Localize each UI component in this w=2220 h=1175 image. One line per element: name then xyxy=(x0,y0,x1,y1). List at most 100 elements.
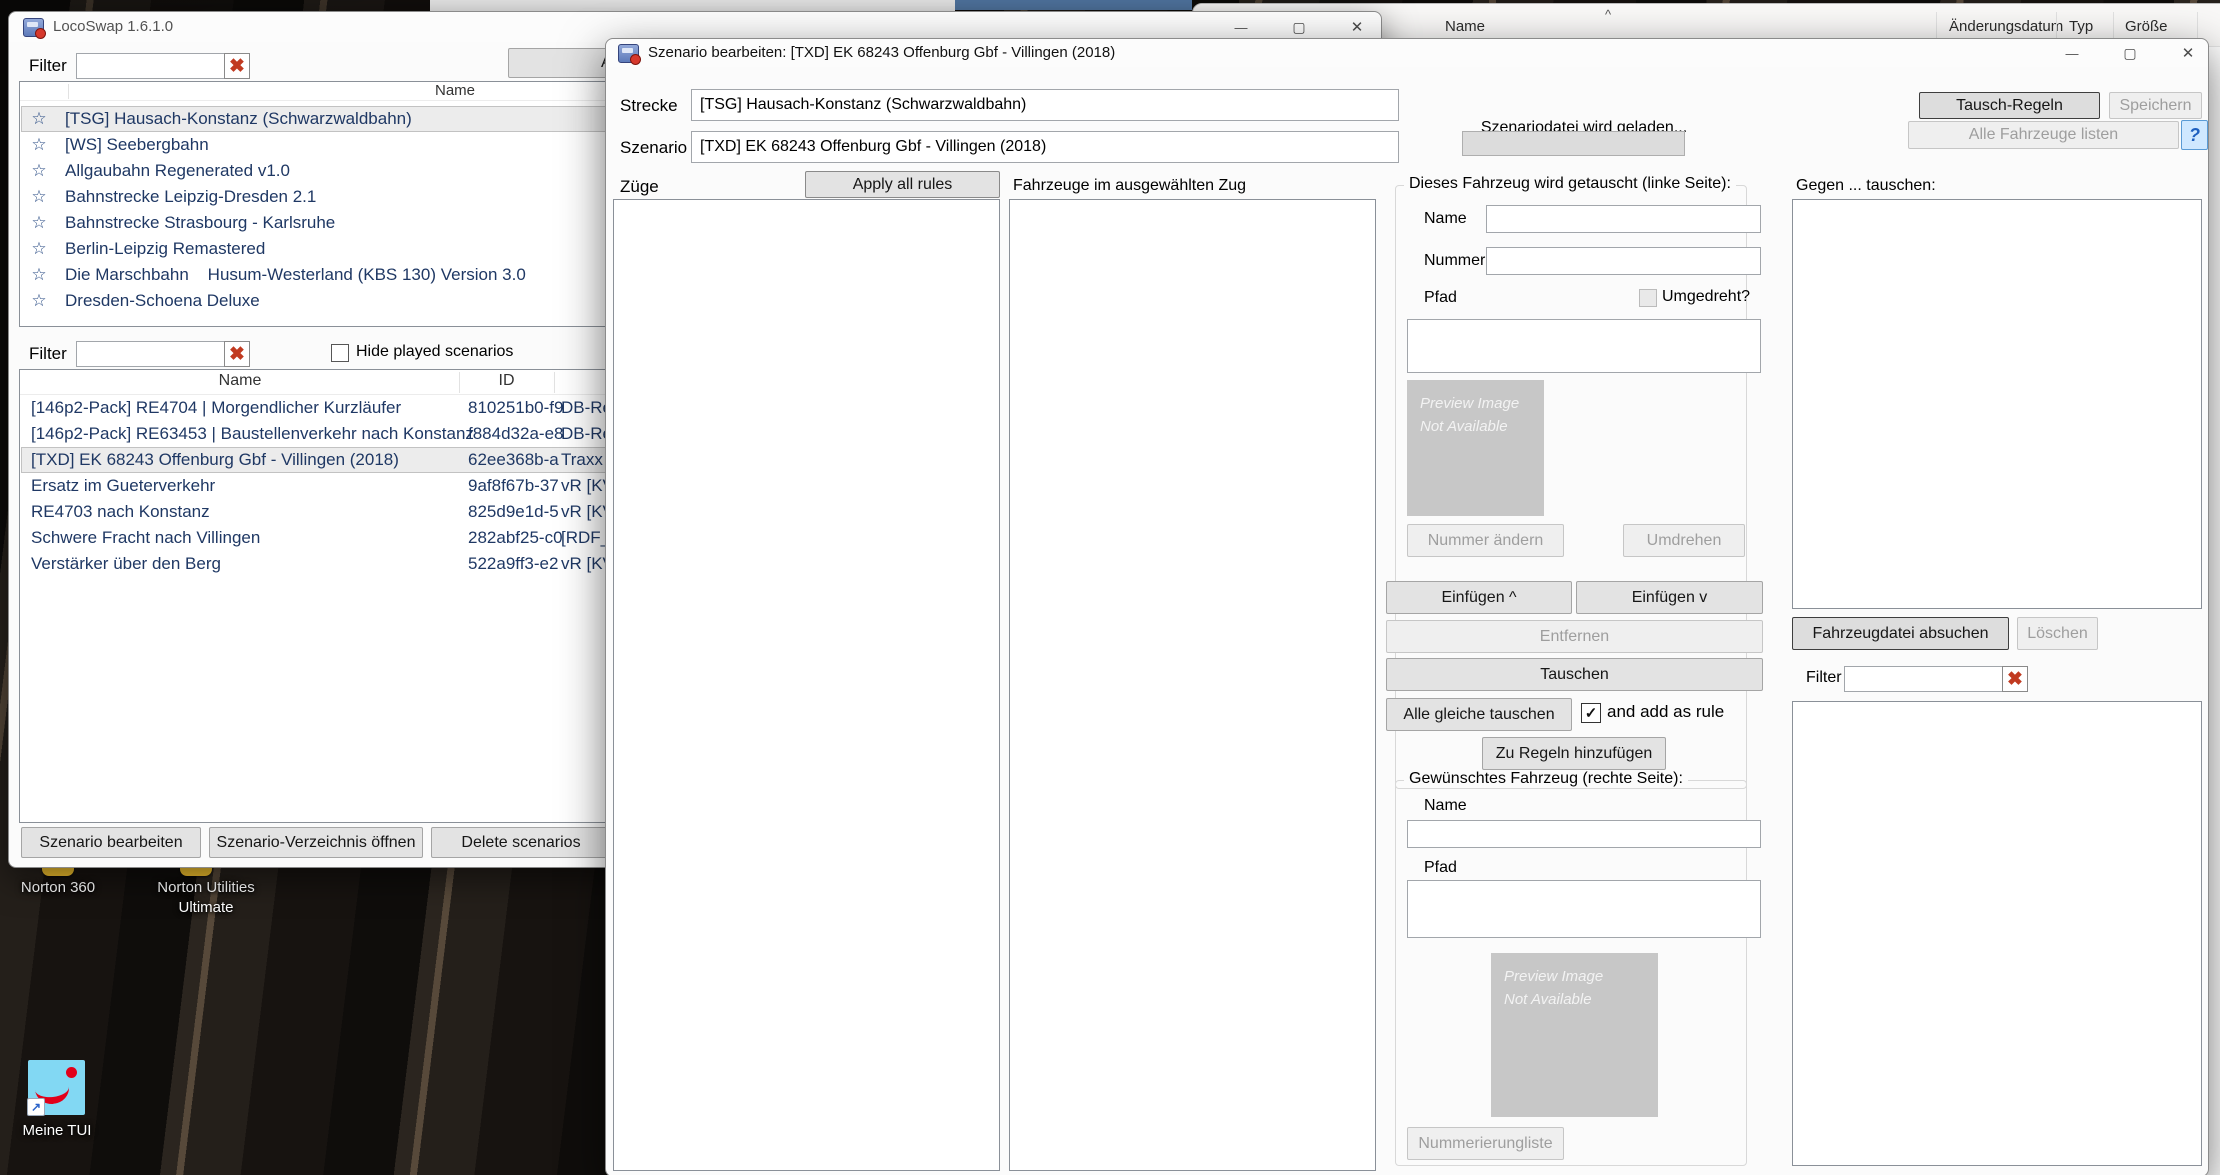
explorer-column-changed[interactable]: Änderungsdatum xyxy=(1949,18,2063,35)
right-name-label: Name xyxy=(1424,797,1467,814)
nummer-aendern-button[interactable]: Nummer ändern xyxy=(1407,524,1564,557)
checkmark-icon: ✓ xyxy=(1584,705,1598,722)
speichern-button[interactable]: Speichern xyxy=(2109,92,2202,119)
meine-tui-label[interactable]: Meine TUI xyxy=(0,1121,114,1141)
norton360-label[interactable]: Norton 360 xyxy=(0,878,118,898)
route-name: [TSG] Hausach-Konstanz (Schwarzwaldbahn) xyxy=(65,109,412,128)
zuege-label: Züge xyxy=(620,177,659,196)
explorer-column-name[interactable]: Name xyxy=(1445,18,1485,35)
gegen-tauschen-label: Gegen ... tauschen: xyxy=(1796,177,1936,194)
favorite-star-icon[interactable]: ☆ xyxy=(21,161,57,181)
add-as-rule-checkbox[interactable]: ✓ xyxy=(1581,703,1601,723)
right-pfad-textarea[interactable] xyxy=(1407,880,1761,938)
add-as-rule-label[interactable]: and add as rule xyxy=(1607,702,1724,722)
vehicle-filter-input[interactable] xyxy=(1844,666,2018,692)
route-header-name[interactable]: Name xyxy=(305,82,605,99)
swap-target-listbox[interactable] xyxy=(1792,199,2202,609)
einfuegen-up-label: Einfügen ^ xyxy=(1441,588,1517,606)
preview-image-line2: Not Available xyxy=(1504,991,1592,1009)
szenario-bearbeiten-button[interactable]: Szenario bearbeiten xyxy=(21,827,201,858)
fahrzeugdatei-absuchen-button[interactable]: Fahrzeugdatei absuchen xyxy=(1792,617,2009,650)
favorite-star-icon[interactable]: ☆ xyxy=(21,109,57,129)
route-filter-clear-button[interactable]: ✖ xyxy=(224,53,250,79)
route-name: Allgaubahn Regenerated v1.0 xyxy=(65,161,290,180)
dialog-titlebar[interactable]: Szenario bearbeiten: [TXD] EK 68243 Offe… xyxy=(606,39,2208,67)
alle-gleiche-tauschen-button[interactable]: Alle gleiche tauschen xyxy=(1386,698,1572,731)
alle-fahrzeuge-listen-button[interactable]: Alle Fahrzeuge listen xyxy=(1908,121,2179,149)
scenario-id: 62ee368b-a xyxy=(468,450,559,469)
szenario-label: Szenario xyxy=(620,138,688,157)
loeschen-button[interactable]: Löschen xyxy=(2017,617,2098,650)
zu-regeln-hinzufuegen-button[interactable]: Zu Regeln hinzufügen xyxy=(1482,737,1666,770)
zuege-listbox[interactable] xyxy=(613,199,1000,1171)
nummerierungliste-button[interactable]: Nummerierungliste xyxy=(1407,1127,1564,1160)
dialog-minimize-button[interactable]: — xyxy=(2050,39,2094,67)
norton-utilities-line1: Norton Utilities xyxy=(157,879,255,896)
main-window-title: LocoSwap 1.6.1.0 xyxy=(53,18,174,35)
scenario-name: [TXD] EK 68243 Offenburg Gbf - Villingen… xyxy=(31,450,399,469)
help-question-icon: ? xyxy=(2189,124,2200,145)
loading-progressbar xyxy=(1462,131,1685,156)
favorite-star-icon[interactable]: ☆ xyxy=(21,187,57,207)
szenario-verzeichnis-button[interactable]: Szenario-Verzeichnis öffnen xyxy=(209,827,423,858)
tauschen-button[interactable]: Tauschen xyxy=(1386,658,1763,691)
route-header-divider xyxy=(68,84,69,99)
scenario-header-divider xyxy=(554,372,555,393)
left-nummer-input[interactable] xyxy=(1486,247,1761,275)
scenario-header-id[interactable]: ID xyxy=(459,372,554,390)
scenario-name: RE4703 nach Konstanz xyxy=(31,502,210,521)
help-button[interactable]: ? xyxy=(2181,120,2208,150)
scenario-id: 825d9e1d-5 xyxy=(468,502,559,521)
delete-scenarios-button[interactable]: Delete scenarios xyxy=(431,827,611,858)
close-icon: ✕ xyxy=(2181,45,2195,62)
vehicle-filter-clear-button[interactable]: ✖ xyxy=(2002,666,2028,692)
consist-listbox[interactable] xyxy=(1009,199,1376,1171)
app-icon-window xyxy=(27,22,38,27)
szenario-input[interactable]: [TXD] EK 68243 Offenburg Gbf - Villingen… xyxy=(691,131,1399,163)
szenario-bearbeiten-dialog: Szenario bearbeiten: [TXD] EK 68243 Offe… xyxy=(605,38,2209,1175)
scenario-header-name[interactable]: Name xyxy=(40,372,440,390)
right-name-input[interactable] xyxy=(1407,820,1761,848)
strecke-input[interactable]: [TSG] Hausach-Konstanz (Schwarzwaldbahn) xyxy=(691,89,1399,121)
explorer-column-type[interactable]: Typ xyxy=(2069,18,2093,35)
favorite-star-icon[interactable]: ☆ xyxy=(21,291,57,311)
left-nummer-label: Nummer xyxy=(1424,252,1486,269)
explorer-column-divider xyxy=(2056,12,2057,40)
scenario-filter-clear-button[interactable]: ✖ xyxy=(224,341,250,367)
dialog-maximize-button[interactable]: ▢ xyxy=(2108,39,2152,67)
preview-image-line1: Preview Image xyxy=(1504,968,1604,985)
umdrehen-button[interactable]: Umdrehen xyxy=(1623,524,1745,557)
umgedreht-checkbox[interactable] xyxy=(1639,289,1657,307)
favorite-star-icon[interactable]: ☆ xyxy=(21,265,57,285)
meine-tui-icon[interactable]: ↗ xyxy=(27,1060,85,1116)
favorite-star-icon[interactable]: ☆ xyxy=(21,239,57,259)
norton-utilities-label[interactable]: Norton Utilities Ultimate xyxy=(136,878,276,919)
zu-regeln-hinzufuegen-label: Zu Regeln hinzufügen xyxy=(1495,744,1653,762)
einfuegen-down-button[interactable]: Einfügen v xyxy=(1576,581,1763,614)
consist-label: Fahrzeuge im ausgewählten Zug xyxy=(1013,177,1247,194)
entfernen-button[interactable]: Entfernen xyxy=(1386,620,1763,653)
scenario-id: 810251b0-f9 xyxy=(468,398,564,417)
vehicle-result-listbox[interactable] xyxy=(1792,701,2202,1166)
shortcut-arrow-icon: ↗ xyxy=(30,1100,42,1114)
right-group-caption: Gewünschtes Fahrzeug (rechte Seite): xyxy=(1404,770,1688,788)
favorite-star-icon[interactable]: ☆ xyxy=(21,213,57,233)
hide-played-checkbox[interactable] xyxy=(331,344,349,362)
tausch-regeln-button[interactable]: Tausch-Regeln xyxy=(1919,92,2100,119)
app-icon-red-dot xyxy=(630,54,641,65)
left-name-input[interactable] xyxy=(1486,205,1761,233)
route-name: Bahnstrecke Strasbourg - Karlsruhe xyxy=(65,213,336,232)
scenario-filter-input[interactable] xyxy=(76,341,240,367)
einfuegen-up-button[interactable]: Einfügen ^ xyxy=(1386,581,1572,614)
apply-all-rules-button[interactable]: Apply all rules xyxy=(805,171,1000,198)
desktop: Name ^ Änderungsdatum Typ Größe Norton 3… xyxy=(0,0,2220,1175)
szenario-verzeichnis-label: Szenario-Verzeichnis öffnen xyxy=(216,833,416,851)
hide-played-label[interactable]: Hide played scenarios xyxy=(356,343,513,361)
explorer-column-size[interactable]: Größe xyxy=(2125,18,2168,35)
fahrzeugdatei-absuchen-label: Fahrzeugdatei absuchen xyxy=(1812,624,1989,642)
left-pfad-textarea[interactable] xyxy=(1407,319,1761,373)
favorite-star-icon[interactable]: ☆ xyxy=(21,135,57,155)
route-filter-input[interactable] xyxy=(76,53,240,79)
dialog-close-button[interactable]: ✕ xyxy=(2166,39,2210,67)
speichern-label: Speichern xyxy=(2119,96,2192,114)
